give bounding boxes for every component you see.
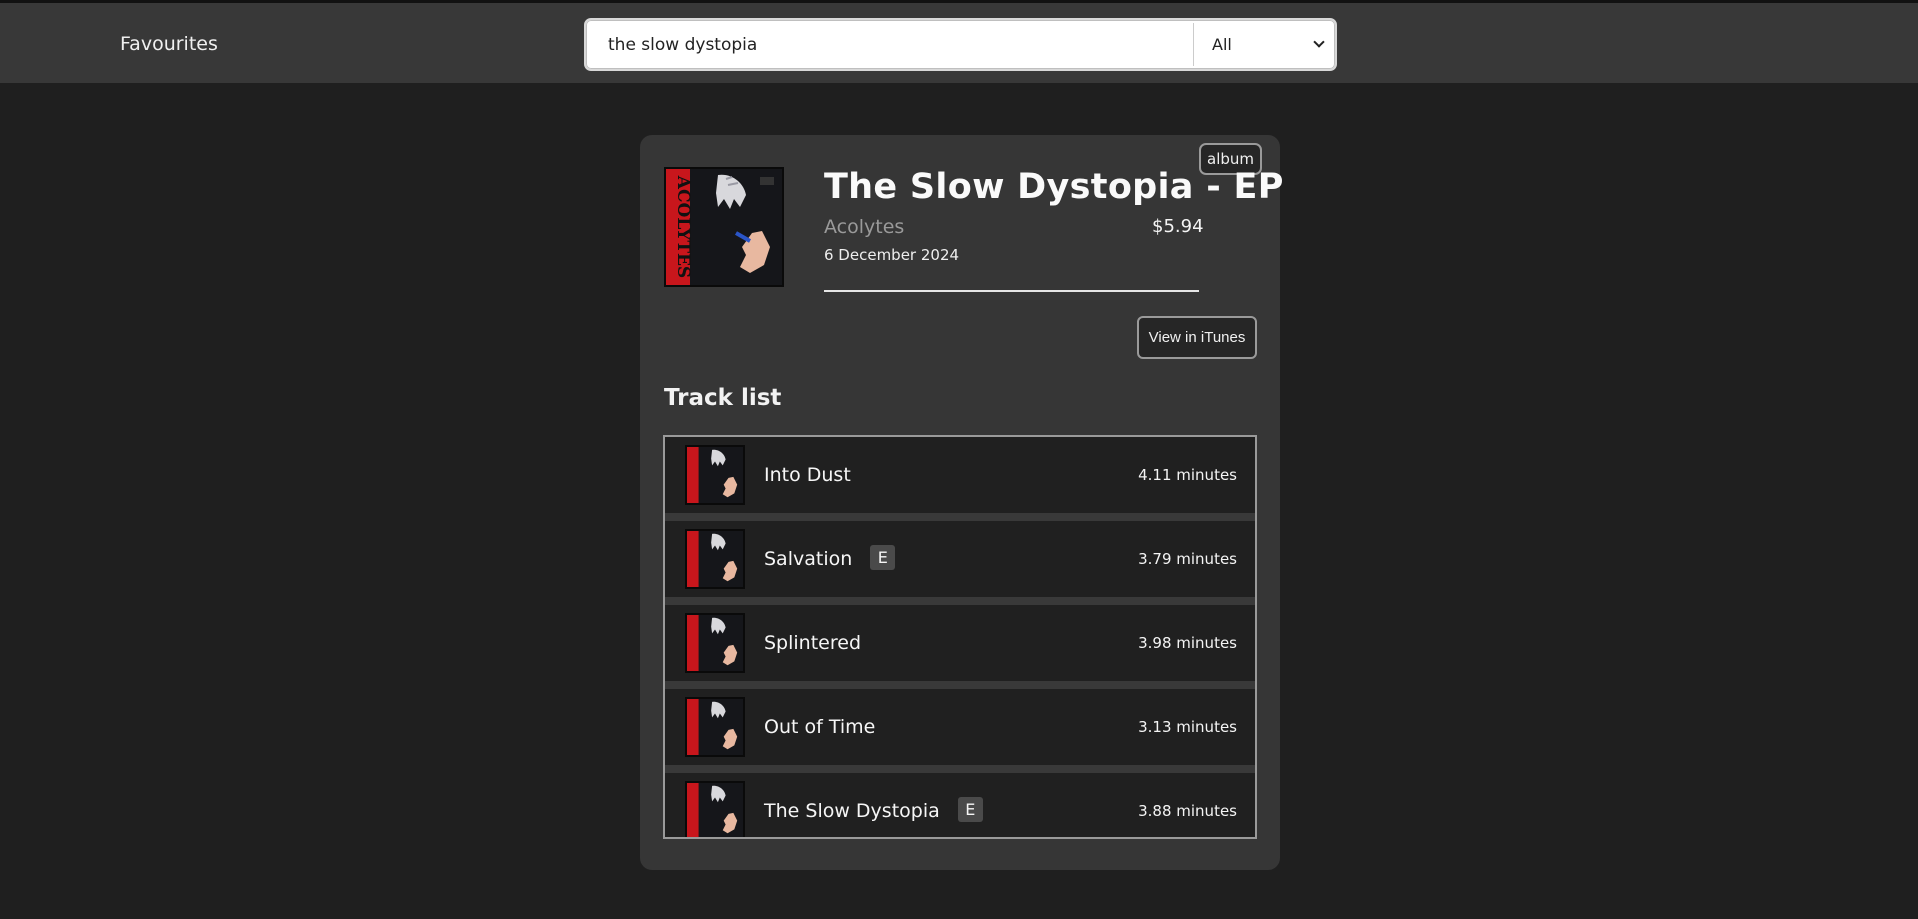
navbar: Favourites All	[0, 3, 1918, 83]
media-type-select-value: All	[1212, 35, 1232, 54]
album-price: $5.94	[1152, 216, 1204, 237]
track-name: Splintered	[764, 632, 862, 654]
favourites-link[interactable]: Favourites	[120, 33, 218, 55]
album-title: The Slow Dystopia - EP	[824, 167, 1284, 207]
track-row[interactable]: The Slow Dystopia E 3.88 minutes	[665, 773, 1255, 837]
track-cover-image	[685, 781, 745, 837]
track-name: The Slow Dystopia E	[764, 773, 983, 837]
explicit-badge: E	[957, 797, 983, 822]
album-cover-image: ACOLYTES	[664, 167, 784, 287]
search-input[interactable]	[608, 20, 1178, 69]
track-row[interactable]: Salvation E 3.79 minutes	[665, 521, 1255, 597]
explicit-badge: E	[870, 545, 896, 570]
track-row[interactable]: Splintered 3.98 minutes	[665, 605, 1255, 681]
track-duration: 3.98 minutes	[1138, 634, 1237, 652]
album-card: ACOLYTES album The Slow Dystopia - EP Ac…	[640, 135, 1283, 870]
media-type-select[interactable]: All	[1194, 20, 1335, 69]
track-cover-image	[685, 613, 745, 673]
chevron-down-icon	[1313, 36, 1325, 48]
svg-text:ACOLYTES: ACOLYTES	[673, 175, 693, 278]
track-duration: 3.88 minutes	[1138, 802, 1237, 820]
track-cover-image	[685, 445, 745, 505]
track-name: Salvation E	[764, 521, 896, 597]
tracklist-heading: Track list	[664, 385, 782, 411]
track-duration: 4.11 minutes	[1138, 466, 1237, 484]
view-in-itunes-button[interactable]: View in iTunes	[1137, 316, 1257, 359]
track-duration: 3.13 minutes	[1138, 718, 1237, 736]
track-cover-image	[685, 697, 745, 757]
tracklist[interactable]: Into Dust 4.11 minutes Salvation E 3.79 m…	[663, 435, 1257, 839]
divider	[824, 290, 1199, 292]
track-row[interactable]: Out of Time 3.13 minutes	[665, 689, 1255, 765]
track-name: Out of Time	[764, 716, 876, 738]
album-artist: Acolytes	[824, 216, 905, 238]
search-bar: All	[584, 18, 1337, 71]
track-cover-image	[685, 529, 745, 589]
release-date: 6 December 2024	[824, 246, 960, 264]
track-name: Into Dust	[764, 464, 851, 486]
track-row[interactable]: Into Dust 4.11 minutes	[665, 437, 1255, 513]
track-duration: 3.79 minutes	[1138, 550, 1237, 568]
